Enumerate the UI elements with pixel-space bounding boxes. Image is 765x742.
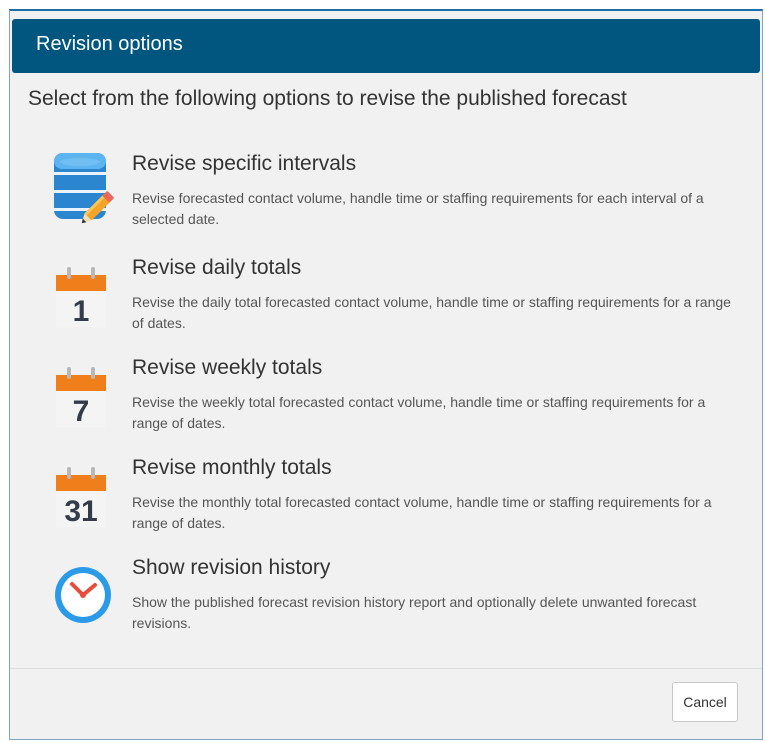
option-revise-monthly-totals[interactable]: 31 Revise monthly totals Revise the mont… xyxy=(40,455,740,541)
option-title: Show revision history xyxy=(132,556,331,579)
revision-options-dialog: Revision options Select from the followi… xyxy=(9,9,763,740)
dialog-titlebar: Revision options xyxy=(12,19,760,73)
dialog-title: Revision options xyxy=(36,33,183,55)
option-description: Show the published forecast revision his… xyxy=(132,594,697,631)
option-revise-daily-totals[interactable]: 1 Revise daily totals Revise the daily t… xyxy=(40,255,740,341)
cancel-button[interactable]: Cancel xyxy=(672,682,738,722)
option-title: Revise weekly totals xyxy=(132,356,323,379)
option-show-revision-history[interactable]: Show revision history Show the published… xyxy=(40,555,740,641)
option-description: Revise forecasted contact volume, handle… xyxy=(132,190,704,227)
calendar-month-icon: 31 xyxy=(46,455,116,531)
footer-divider xyxy=(10,668,762,669)
dialog-subtitle: Select from the following options to rev… xyxy=(28,87,627,110)
database-edit-icon xyxy=(46,151,116,227)
option-title: Revise specific intervals xyxy=(132,152,357,175)
option-title: Revise monthly totals xyxy=(132,456,332,479)
calendar-day-number: 1 xyxy=(73,295,90,328)
option-description: Revise the monthly total forecasted cont… xyxy=(132,494,712,531)
option-title: Revise daily totals xyxy=(132,256,302,279)
calendar-week-icon: 7 xyxy=(46,355,116,431)
calendar-week-number: 7 xyxy=(73,395,90,428)
calendar-month-number: 31 xyxy=(64,495,97,528)
clock-icon xyxy=(46,555,116,631)
option-revise-weekly-totals[interactable]: 7 Revise weekly totals Revise the weekly… xyxy=(40,355,740,441)
option-description: Revise the daily total forecasted contac… xyxy=(132,294,731,331)
calendar-day-icon: 1 xyxy=(46,255,116,331)
option-description: Revise the weekly total forecasted conta… xyxy=(132,394,706,431)
option-revise-specific-intervals[interactable]: Revise specific intervals Revise forecas… xyxy=(40,151,740,237)
